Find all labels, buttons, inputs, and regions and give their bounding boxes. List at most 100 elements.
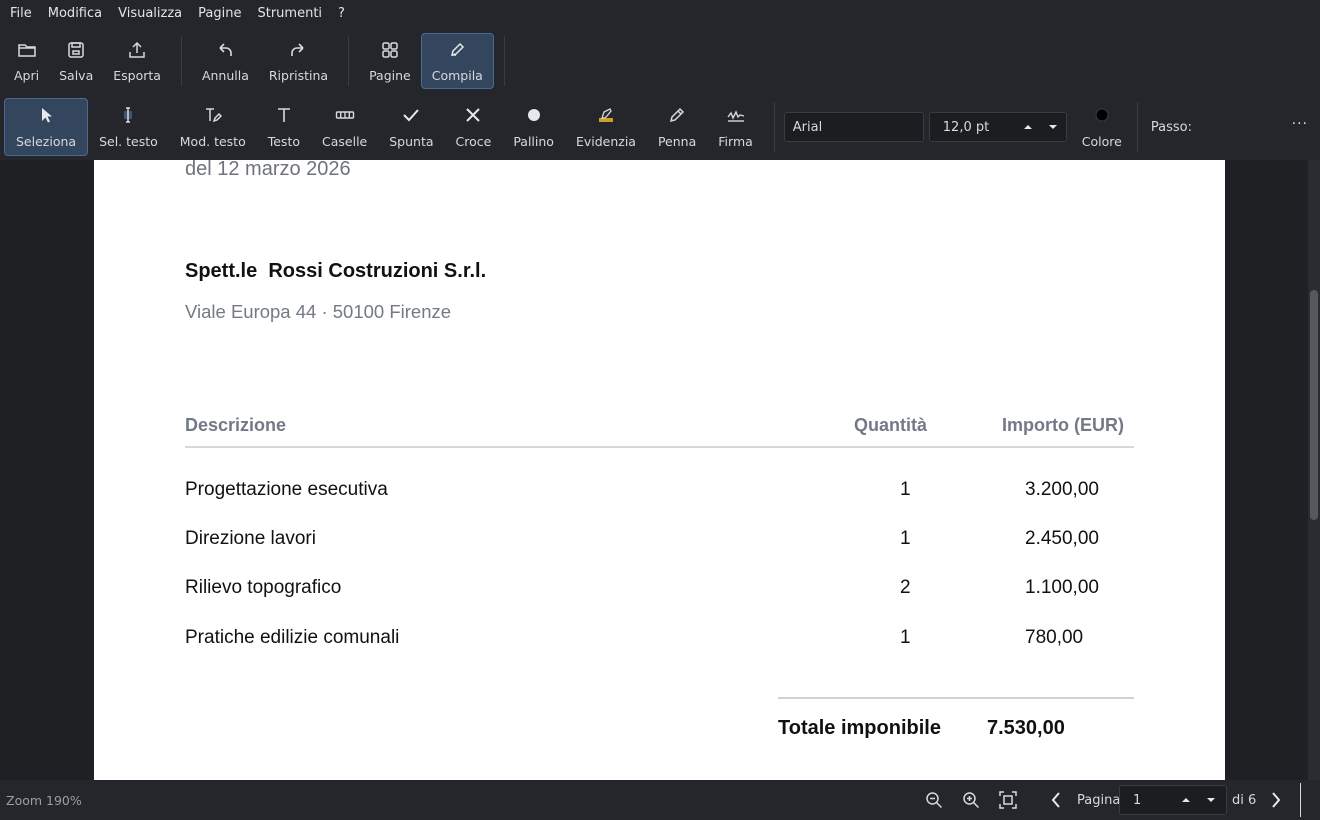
page-number-value: 1 [1133,792,1142,808]
fit-page-button[interactable] [998,790,1018,810]
signature-tool-label: Firma [718,134,753,149]
text-edit-icon [203,105,223,134]
page-label: Pagina [1077,793,1121,808]
color-picker[interactable]: Colore [1071,98,1133,156]
cross-tool-label: Croce [455,134,492,149]
select-tool-label: Seleziona [16,134,77,149]
signature-tool[interactable]: Firma [707,98,764,156]
chevron-right-icon [1266,792,1286,814]
zoom-out-button[interactable] [924,790,944,810]
menu-modifica[interactable]: Modifica [40,0,110,28]
scrollbar-thumb[interactable] [1310,290,1318,520]
upload-icon [127,40,147,68]
next-page-button[interactable] [1266,790,1286,810]
undo-label: Annulla [201,67,249,83]
status-bar: Zoom 190% Pagina 1 di 6 [0,780,1320,820]
vertical-scrollbar[interactable] [1308,160,1320,780]
text-icon [274,105,294,134]
row-description: Pratiche edilizie comunali [185,627,400,648]
undo-icon [215,40,235,68]
text-cursor-icon [118,105,138,134]
size-decrease-button[interactable] [1042,116,1064,138]
redo-button[interactable]: Ripristina [259,33,338,89]
color-swatch-icon [1092,105,1112,134]
font-family-field[interactable]: Arial [783,112,924,142]
comb-boxes-icon [335,105,355,134]
fill-button[interactable]: Compila [420,33,494,89]
zoom-in-button[interactable] [961,790,981,810]
undo-button[interactable]: Annulla [192,33,259,89]
font-size-field[interactable]: 12,0 pt [928,112,1067,142]
column-header-quantity: Quantità [854,415,928,435]
row-quantity: 1 [900,627,911,648]
menu-help[interactable]: ? [330,0,353,28]
boxes-tool[interactable]: Caselle [311,98,378,156]
save-button[interactable]: Salva [49,33,103,89]
open-button[interactable]: Apri [4,33,49,89]
menu-visualizza[interactable]: Visualizza [110,0,190,28]
save-label: Salva [59,67,94,83]
page-number-input[interactable]: 1 [1119,785,1227,815]
page-total: di 6 [1232,793,1257,808]
dot-tool[interactable]: Pallino [502,98,565,156]
checkmark-icon [401,105,421,134]
column-header-description: Descrizione [185,415,287,435]
text-tool[interactable]: Testo [257,98,311,156]
zoom-in-icon [961,792,981,814]
export-button[interactable]: Esporta [103,33,171,89]
table-header-rule [185,446,1134,448]
menu-pagine[interactable]: Pagine [190,0,249,28]
color-picker-label: Colore [1081,134,1122,149]
open-label: Apri [14,67,40,83]
step-label: Passo: [1150,119,1192,135]
toolbar-divider [348,36,350,86]
size-increase-button[interactable] [1017,116,1039,138]
table-row: Pratiche edilizie comunali 1 780,00 [94,627,1225,667]
previous-page-button[interactable] [1046,790,1066,810]
table-row: Direzione lavori 1 2.450,00 [94,528,1225,568]
select-tool[interactable]: Seleziona [4,98,89,156]
menu-strumenti[interactable]: Strumenti [249,0,330,28]
pencil-icon [447,40,467,68]
folder-open-icon [17,40,37,68]
check-tool[interactable]: Spunta [378,98,444,156]
total-label: Totale imponibile [778,717,941,739]
more-options-button[interactable]: ··· [1292,116,1308,132]
toolbar-divider [180,36,182,86]
pages-button[interactable]: Pagine [359,33,421,89]
row-quantity: 1 [900,528,911,549]
pen-tool-label: Penna [657,134,697,149]
menu-file[interactable]: File [2,0,40,28]
grid-icon [380,40,400,68]
row-quantity: 1 [900,479,911,500]
row-description: Rilievo topografico [185,577,342,598]
fill-label: Compila [431,67,483,83]
text-select-tool[interactable]: Sel. testo [88,98,169,156]
document-page[interactable]: del 12 marzo 2026 Spett.le Rossi Costruz… [94,160,1225,780]
redo-label: Ripristina [268,67,329,83]
signature-icon [726,105,746,134]
row-amount: 2.450,00 [1025,528,1099,549]
zoom-level: Zoom 190% [6,793,82,808]
export-label: Esporta [113,67,161,83]
annotation-toolbar: Seleziona Sel. testo Mod. testo Testo Ca… [0,94,1320,160]
recipient-name: Spett.le Rossi Costruzioni S.r.l. [185,260,487,282]
row-amount: 3.200,00 [1025,479,1099,500]
pen-icon [667,105,687,134]
page-increase-button[interactable] [1175,789,1197,811]
fit-page-icon [998,791,1018,814]
toolbar-divider [1136,102,1138,152]
main-toolbar: Apri Salva Esporta Annulla Ripristina Pa… [0,28,1320,94]
status-divider [1300,783,1301,817]
edit-text-tool[interactable]: Mod. testo [169,98,257,156]
row-description: Progettazione esecutiva [185,479,388,500]
cross-tool[interactable]: Croce [445,98,503,156]
highlight-tool-label: Evidenzia [575,134,636,149]
page-decrease-button[interactable] [1200,789,1222,811]
recipient-address: Viale Europa 44 · 50100 Firenze [185,301,452,322]
table-row: Rilievo topografico 2 1.100,00 [94,577,1225,617]
edit-text-tool-label: Mod. testo [179,134,246,149]
highlight-tool[interactable]: Evidenzia [565,98,647,156]
document-viewer[interactable]: del 12 marzo 2026 Spett.le Rossi Costruz… [0,160,1320,780]
pen-tool[interactable]: Penna [647,98,707,156]
